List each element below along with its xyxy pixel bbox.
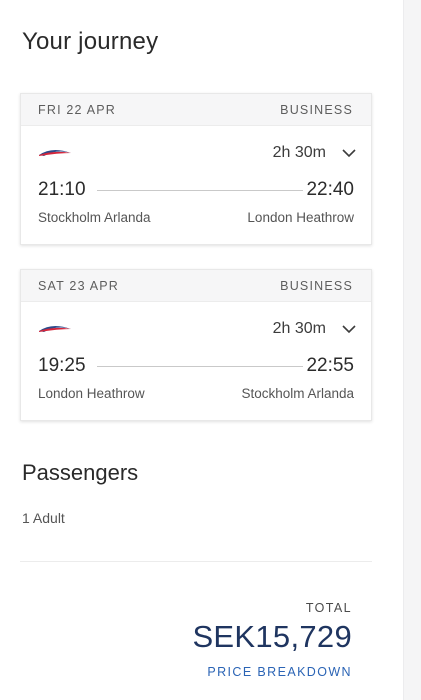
arrival-airport: London Heathrow [247, 210, 354, 225]
departure-time: 21:10 [38, 179, 86, 200]
page-background-strip [403, 0, 421, 700]
flight-duration: 2h 30m [272, 320, 326, 337]
flight-card-header: SAT 23 APR BUSINESS [21, 270, 371, 302]
flight-card-body: 2h 30m 21:10 22:40 Stockholm Arlanda Lon… [21, 126, 371, 244]
flight-card-return: SAT 23 APR BUSINESS 2h 30m 19:25 22:55 L… [20, 269, 372, 421]
price-breakdown-link[interactable]: PRICE BREAKDOWN [207, 665, 352, 679]
cabin-class: BUSINESS [280, 102, 353, 117]
flight-card-body: 2h 30m 19:25 22:55 London Heathrow Stock… [21, 302, 371, 420]
total-label: TOTAL [305, 601, 352, 615]
departure-airport: London Heathrow [38, 386, 145, 401]
flight-card-header: FRI 22 APR BUSINESS [21, 94, 371, 126]
cabin-class: BUSINESS [280, 278, 353, 293]
flight-date: SAT 23 APR [38, 278, 120, 293]
chevron-down-icon[interactable] [342, 148, 356, 158]
departure-airport: Stockholm Arlanda [38, 210, 151, 225]
arrival-time: 22:55 [306, 355, 354, 376]
total-price: SEK15,729 [192, 619, 352, 654]
arrival-airport: Stockholm Arlanda [241, 386, 354, 401]
ba-speedmarque-icon [39, 149, 71, 156]
divider [20, 561, 372, 562]
flight-duration: 2h 30m [272, 144, 326, 161]
route-line [97, 190, 303, 191]
chevron-down-icon[interactable] [342, 324, 356, 334]
journey-title: Your journey [22, 28, 159, 55]
route-line [97, 366, 303, 367]
arrival-time: 22:40 [306, 179, 354, 200]
passengers-title: Passengers [22, 460, 139, 485]
passenger-count: 1 Adult [22, 510, 65, 526]
ba-speedmarque-icon [39, 325, 71, 332]
departure-time: 19:25 [38, 355, 86, 376]
flight-card-outbound: FRI 22 APR BUSINESS 2h 30m 21:10 22:40 S… [20, 93, 372, 245]
journey-summary-panel: Your journey FRI 22 APR BUSINESS 2h 30m … [0, 0, 403, 700]
flight-date: FRI 22 APR [38, 102, 116, 117]
